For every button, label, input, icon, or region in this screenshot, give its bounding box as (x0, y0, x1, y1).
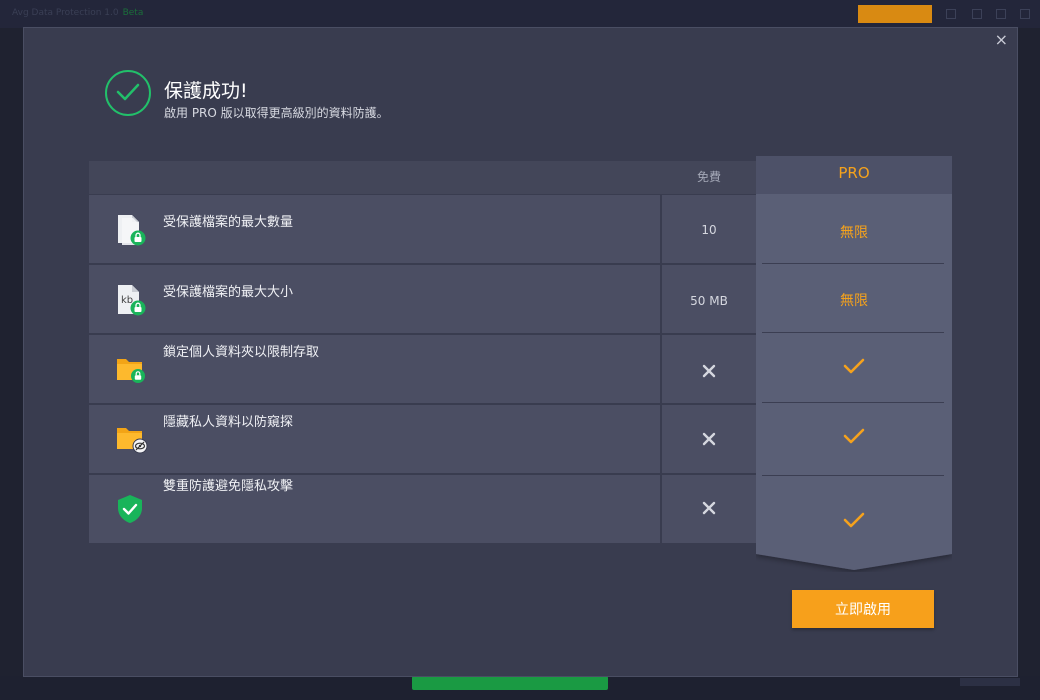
free-value-cell (662, 405, 756, 473)
pro-value: 無限 (840, 293, 868, 309)
cross-icon (702, 364, 716, 378)
activate-now-button[interactable]: 立即啟用 (792, 590, 934, 628)
free-value: 10 (701, 223, 717, 237)
check-icon (843, 512, 865, 528)
feature-label: 隱藏私人資料以防窺探 (163, 415, 294, 430)
feature-comparison-table: 免費 受保護檔案的最大數量 10 kb 受保護檔案的最大大小 50 MB 鎖定個… (89, 161, 756, 545)
table-row: 鎖定個人資料夾以限制存取 (89, 335, 756, 404)
upgrade-dialog: × 保護成功! 啟用 PRO 版以取得更高級別的資料防護。 免費 受保護檔案的最… (23, 27, 1018, 677)
free-value-cell (662, 475, 756, 543)
feature-label: 受保護檔案的最大大小 (163, 285, 294, 300)
background-toolbar-icon (946, 9, 956, 19)
cross-icon (702, 501, 716, 515)
table-header: 免費 (89, 161, 756, 194)
background-toolbar-icon (1020, 9, 1030, 19)
pro-check-cell (756, 358, 952, 378)
feature-label: 鎖定個人資料夾以限制存取 (163, 345, 320, 360)
divider (762, 332, 944, 333)
background-footer-item (960, 678, 1020, 686)
success-check-icon (105, 70, 151, 116)
dialog-subtitle: 啟用 PRO 版以取得更高級別的資料防護。 (164, 106, 389, 120)
pro-check-cell (756, 512, 952, 532)
pro-column: PRO 無限 無限 (756, 156, 952, 572)
shield-check-icon (115, 493, 147, 525)
background-toolbar-icon (972, 9, 982, 19)
feature-label: 受保護檔案的最大數量 (163, 215, 294, 230)
feature-cell: 雙重防護避免隱私攻擊 (89, 475, 660, 543)
table-row: 雙重防護避免隱私攻擊 (89, 475, 756, 544)
feature-cell: kb 受保護檔案的最大大小 (89, 265, 660, 333)
background-toolbar-icon (996, 9, 1006, 19)
divider (762, 475, 944, 476)
background-upgrade-button (858, 5, 932, 23)
dialog-title: 保護成功! (164, 80, 248, 102)
folder-lock-icon (115, 353, 147, 385)
background-green-button (412, 676, 608, 690)
pro-check-cell (756, 428, 952, 448)
free-value-cell: 10 (662, 195, 756, 263)
close-button[interactable]: × (995, 32, 1008, 48)
feature-cell: 受保護檔案的最大數量 (89, 195, 660, 263)
kb-file-lock-icon: kb (115, 283, 147, 316)
background-titlebar: Avg Data Protection 1.0 Beta (0, 0, 1040, 28)
folder-hidden-icon (115, 423, 148, 455)
free-value: 50 MB (690, 294, 728, 308)
cross-icon (702, 432, 716, 446)
table-row: 受保護檔案的最大數量 10 (89, 195, 756, 264)
check-icon (843, 358, 865, 374)
svg-text:kb: kb (121, 295, 133, 306)
pro-column-header: PRO (838, 164, 870, 182)
divider (762, 263, 944, 264)
free-value-cell (662, 335, 756, 403)
table-row: 隱藏私人資料以防窺探 (89, 405, 756, 474)
file-lock-icon (115, 213, 147, 246)
background-app-title: Avg Data Protection 1.0 Beta (12, 8, 144, 18)
free-column-header: 免費 (696, 170, 721, 184)
feature-label: 雙重防護避免隱私攻擊 (163, 479, 294, 494)
feature-cell: 隱藏私人資料以防窺探 (89, 405, 660, 473)
pro-value: 無限 (840, 225, 868, 241)
divider (762, 402, 944, 403)
check-icon (843, 428, 865, 444)
table-row: kb 受保護檔案的最大大小 50 MB (89, 265, 756, 334)
free-value-cell: 50 MB (662, 265, 756, 333)
feature-cell: 鎖定個人資料夾以限制存取 (89, 335, 660, 403)
